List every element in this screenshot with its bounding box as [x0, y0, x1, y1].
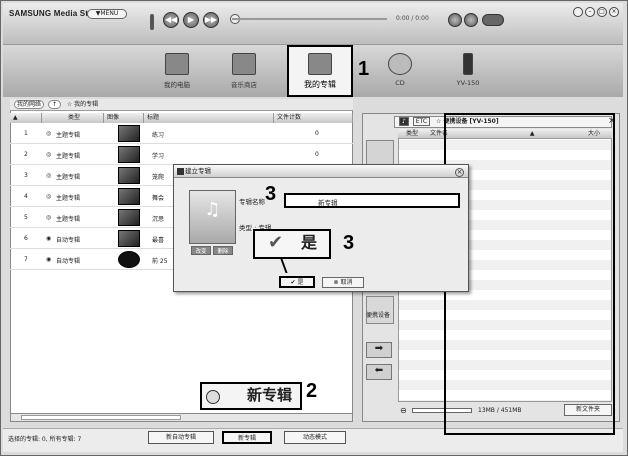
- minimize-icon[interactable]: –: [585, 7, 595, 17]
- album-type-icon: ◎: [46, 172, 52, 179]
- yes-callout: 是: [253, 229, 331, 259]
- new-album-icon: [206, 390, 220, 404]
- close-icon[interactable]: ×: [455, 168, 464, 177]
- computer-icon: [165, 53, 189, 75]
- sound-effect-icon[interactable]: [482, 14, 504, 26]
- selection-status: 选择的专辑: 0, 所有专辑: 7: [8, 436, 82, 443]
- device-highlight-frame: [444, 113, 615, 435]
- nav-item-cd[interactable]: CD: [370, 53, 430, 87]
- nav-item-device[interactable]: YV-150: [438, 53, 498, 87]
- nav-item-music-store[interactable]: 音乐商店: [214, 53, 274, 89]
- album-name-label: 专辑名称: [239, 198, 265, 206]
- breadcrumb: 我的网络 ↑ ☆ 我的专辑: [10, 99, 353, 111]
- volume-icon[interactable]: [150, 14, 154, 30]
- album-thumbnail: [118, 125, 140, 142]
- close-icon[interactable]: ×: [609, 7, 619, 17]
- capacity-icon: ⊖: [400, 406, 407, 415]
- album-type-icon: ◉: [46, 235, 52, 242]
- music-note-icon: ♫: [204, 199, 221, 220]
- column-title[interactable]: 标题: [144, 113, 274, 123]
- repeat-icon[interactable]: [464, 13, 478, 27]
- callout-3-name: 3: [265, 183, 277, 205]
- callout-1: 1: [358, 58, 370, 80]
- nav-item-my-pc[interactable]: 我的电脑: [147, 53, 207, 89]
- nav-item-my-albums[interactable]: 我的专辑: [290, 53, 350, 90]
- menu-button[interactable]: ▼MENU: [87, 9, 127, 19]
- device-tab-etc[interactable]: ETC: [412, 117, 431, 126]
- rewind-icon[interactable]: ◀◀: [163, 12, 179, 28]
- change-cover-button[interactable]: 改变: [191, 246, 211, 255]
- album-thumbnail: [118, 209, 140, 226]
- album-type-icon: ◎: [46, 151, 52, 158]
- transfer-to-device-icon[interactable]: ➡: [366, 342, 392, 358]
- new-auto-album-button[interactable]: 新自动专辑: [148, 431, 214, 444]
- album-type-icon: ◎: [46, 193, 52, 200]
- transfer-to-pc-icon[interactable]: ⬅: [366, 364, 392, 380]
- forward-icon[interactable]: ▶▶: [203, 12, 219, 28]
- horizontal-scrollbar[interactable]: [10, 413, 353, 422]
- cancel-button[interactable]: ⊗ 取消: [322, 277, 364, 288]
- store-icon: [232, 53, 256, 75]
- new-album-button[interactable]: 新专辑: [222, 431, 272, 444]
- dialog-icon: [177, 168, 184, 175]
- shuffle-icon[interactable]: [448, 13, 462, 27]
- delete-cover-button[interactable]: 删除: [213, 246, 233, 255]
- yes-button[interactable]: ✔ 是: [279, 276, 315, 288]
- album-type-icon: ◉: [46, 256, 52, 263]
- table-row[interactable]: 2 ◎ 主题专辑 学习 0: [10, 144, 353, 165]
- portable-device-label: 便携设备: [366, 312, 391, 319]
- album-thumbnail: [118, 251, 140, 268]
- check-icon: ✔: [268, 232, 284, 253]
- callout-3-yes: 3: [343, 232, 355, 254]
- seek-bar[interactable]: [232, 18, 387, 20]
- cd-icon: [388, 53, 412, 75]
- column-image[interactable]: 图像: [104, 113, 144, 123]
- settings-icon[interactable]: [573, 7, 583, 17]
- album-type-icon: ◎: [46, 130, 52, 137]
- album-type-icon: ◎: [46, 214, 52, 221]
- time-display: 0:00 / 0:00: [396, 15, 429, 22]
- album-icon: [308, 53, 332, 75]
- callout-2: 2: [306, 380, 318, 402]
- scrollbar-thumb[interactable]: [21, 415, 181, 420]
- album-thumbnail: [118, 146, 140, 163]
- table-row[interactable]: 1 ◎ 主题专辑 练习 0: [10, 123, 353, 144]
- album-thumbnail: [118, 230, 140, 247]
- play-icon[interactable]: ▶: [183, 12, 199, 28]
- music-icon[interactable]: ♪: [399, 117, 409, 126]
- album-thumbnail: [118, 188, 140, 205]
- up-icon[interactable]: ↑: [47, 100, 61, 109]
- breadcrumb-current: ☆ 我的专辑: [66, 101, 99, 108]
- dialog-title: 建立专辑: [174, 165, 468, 178]
- device-icon: [463, 53, 473, 75]
- device-column-type[interactable]: 类型: [406, 130, 418, 137]
- column-type[interactable]: 类型: [42, 113, 104, 123]
- column-count[interactable]: 文件计数: [274, 113, 353, 123]
- maximize-icon[interactable]: □: [597, 7, 607, 17]
- breadcrumb-back[interactable]: 我的网络: [14, 100, 45, 109]
- album-thumbnail: [118, 167, 140, 184]
- album-name-input[interactable]: 新专辑: [284, 193, 460, 208]
- dynamic-mode-button[interactable]: 动态模式: [284, 431, 346, 444]
- album-cover-preview: ♫: [189, 190, 236, 244]
- sort-column-header[interactable]: ▲: [10, 113, 42, 123]
